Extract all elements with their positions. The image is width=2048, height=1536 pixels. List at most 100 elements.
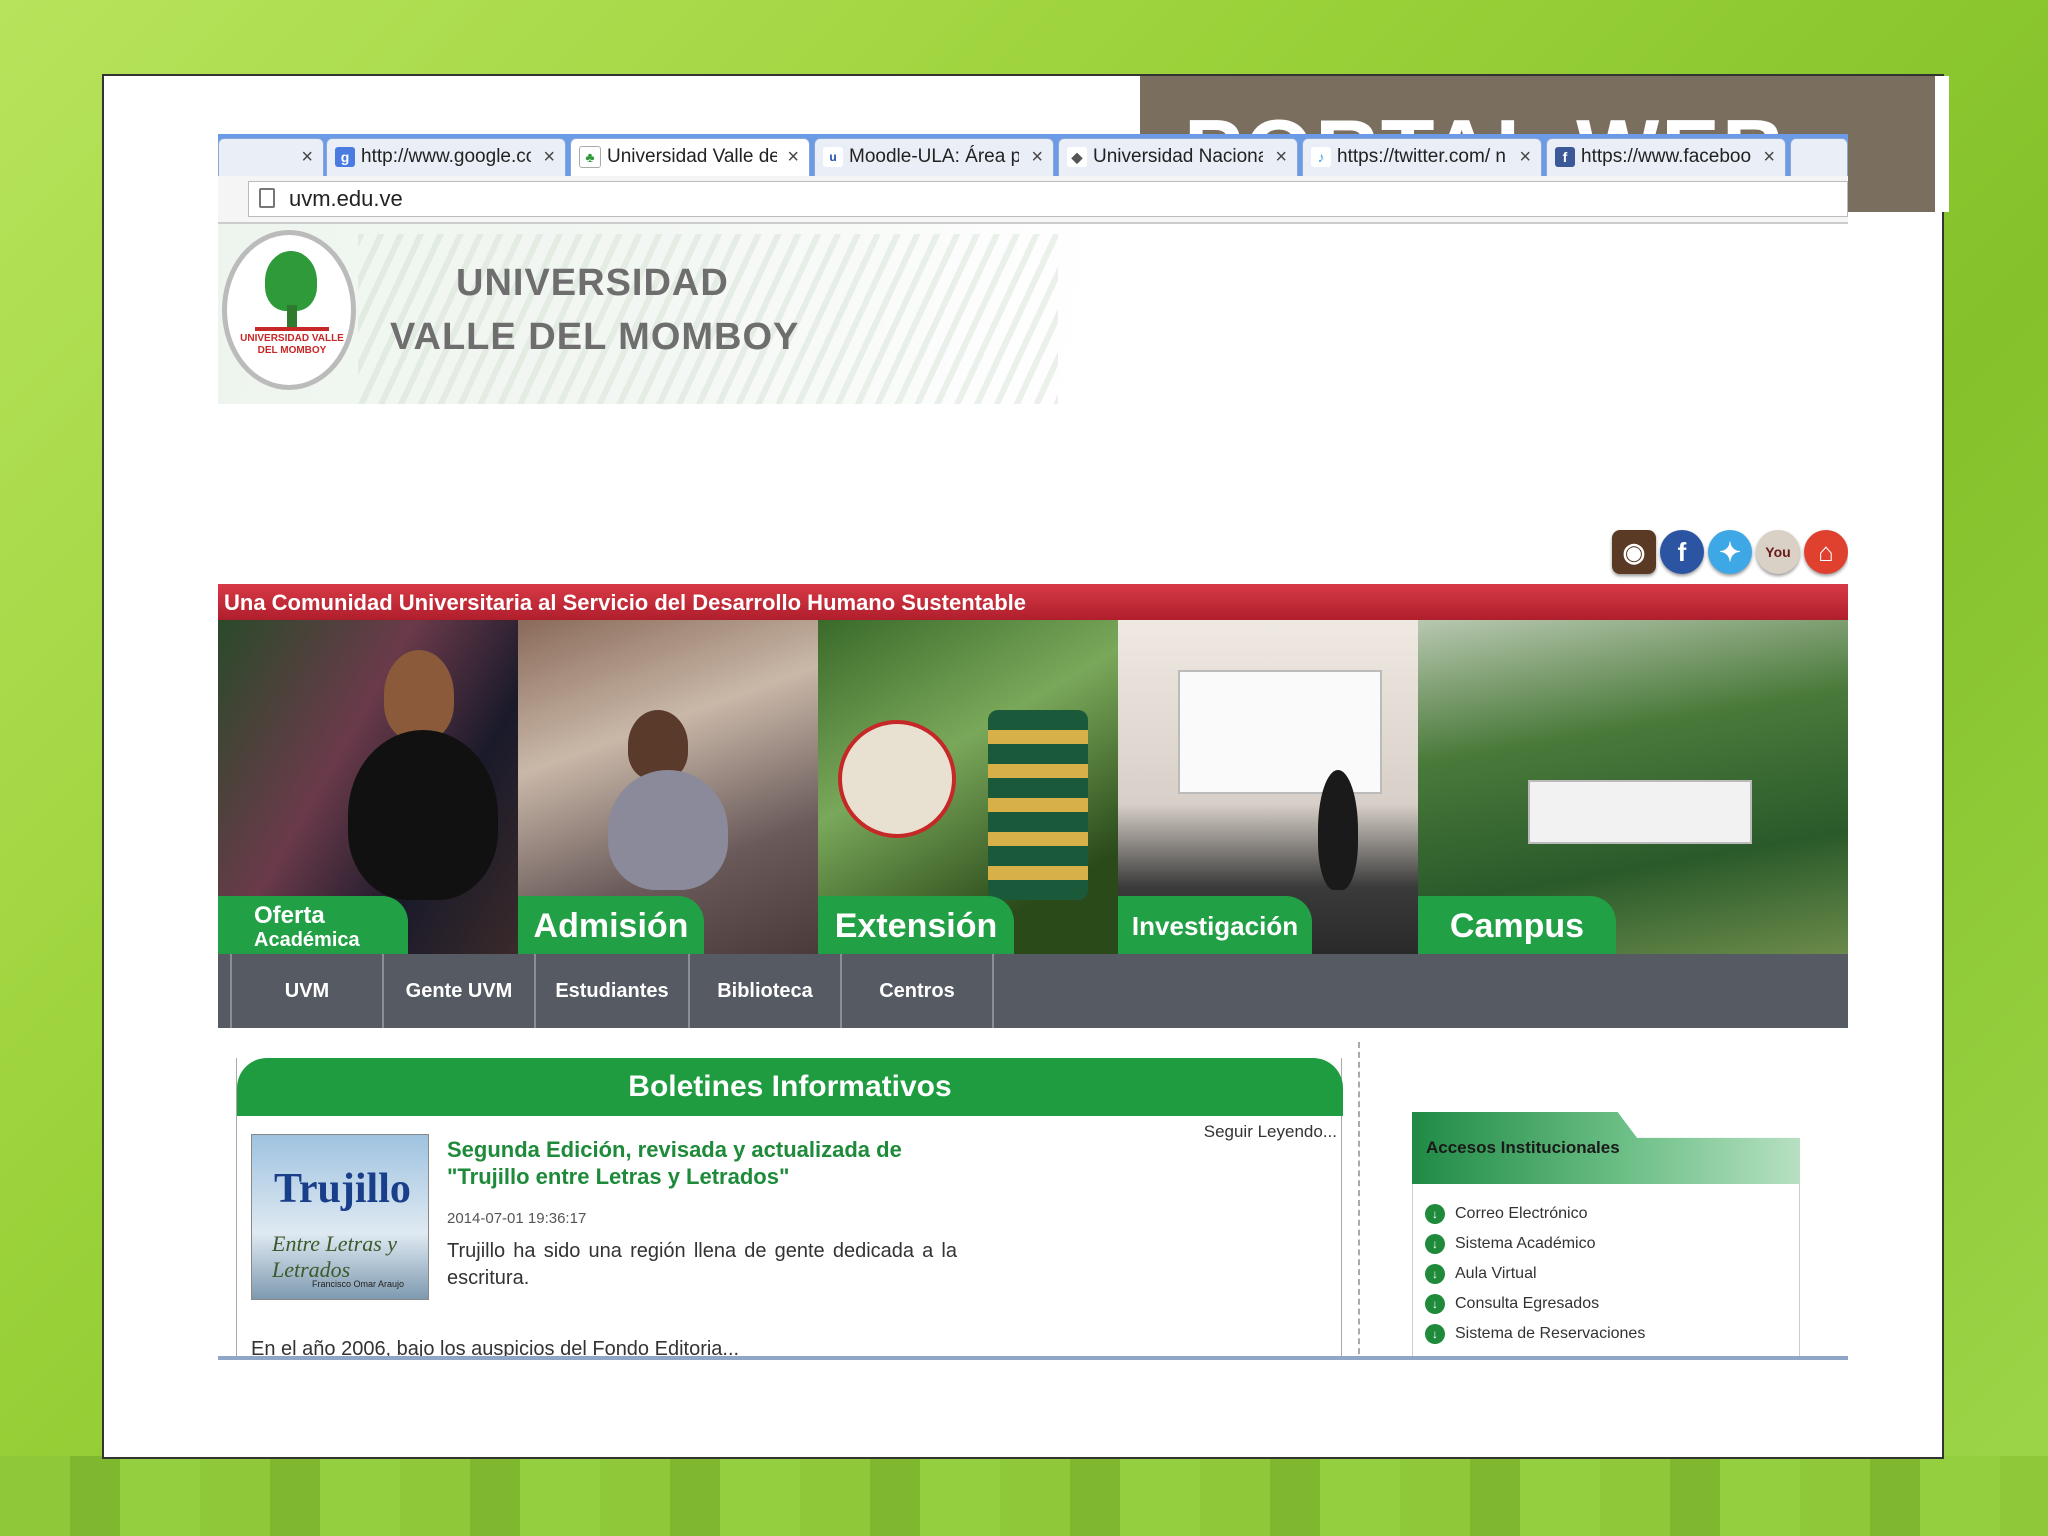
acceso-label: Consulta Egresados xyxy=(1455,1295,1600,1313)
logo-base xyxy=(255,327,329,331)
student-shirt xyxy=(608,770,728,890)
tile-oferta[interactable]: Oferta Académica xyxy=(218,620,518,954)
tile-label-line2: Académica xyxy=(254,929,360,951)
browser-tab-google[interactable]: g http://www.google.co × xyxy=(326,138,566,176)
close-tab-icon[interactable]: × xyxy=(543,139,555,175)
nav-item-gente-uvm[interactable]: Gente UVM xyxy=(384,954,536,1028)
section-tiles: Oferta Académica Admisión Extensión Inve… xyxy=(218,620,1848,954)
graduate-gown xyxy=(348,730,498,900)
acceso-item-egresados[interactable]: ↓ Consulta Egresados xyxy=(1425,1294,1599,1314)
twitter-icon: ♪ xyxy=(1311,147,1331,167)
url-text: uvm.edu.ve xyxy=(289,186,403,211)
book-rack xyxy=(988,710,1088,900)
tile-label-campus: Campus xyxy=(1418,896,1616,954)
university-logo[interactable]: UNIVERSIDAD VALLE DEL MOMBOY xyxy=(222,230,356,390)
boletines-heading: Boletines Informativos xyxy=(237,1058,1343,1116)
download-arrow-icon: ↓ xyxy=(1425,1264,1445,1284)
nav-item-estudiantes[interactable]: Estudiantes xyxy=(536,954,690,1028)
nav-item-biblioteca[interactable]: Biblioteca xyxy=(690,954,842,1028)
instagram-icon[interactable]: ◉ xyxy=(1612,530,1656,574)
tab-title: http://www.google.co xyxy=(361,146,531,167)
acceso-item-sistema-academico[interactable]: ↓ Sistema Académico xyxy=(1425,1234,1596,1254)
tile-admision[interactable]: Admisión xyxy=(518,620,818,954)
news-title-link[interactable]: Segunda Edición, revisada y actualizada … xyxy=(447,1136,947,1190)
column-divider xyxy=(1358,1042,1360,1360)
facebook-icon: f xyxy=(1555,147,1575,167)
news-date: 2014-07-01 19:36:17 xyxy=(447,1210,587,1227)
tagline-bar: Una Comunidad Universitaria al Servicio … xyxy=(218,584,1848,620)
site-header: UNIVERSIDAD VALLE DEL MOMBOY UNIVERSIDAD… xyxy=(218,224,1078,404)
browser-tab-una[interactable]: ◆ Universidad Nacional E × xyxy=(1058,138,1298,176)
tab-title: Moodle-ULA: Área per xyxy=(849,146,1019,167)
tile-investigacion[interactable]: Investigación xyxy=(1118,620,1418,954)
home-icon[interactable]: ⌂ xyxy=(1804,530,1848,574)
campus-building xyxy=(1528,780,1752,844)
tab-title: Universidad Nacional E xyxy=(1093,146,1263,167)
tree-icon xyxy=(265,251,317,311)
facebook-icon[interactable]: f xyxy=(1660,530,1704,574)
book-cover-image[interactable]: Trujillo Entre Letras y Letrados Francis… xyxy=(251,1134,429,1300)
url-field[interactable]: uvm.edu.ve xyxy=(248,181,1848,217)
tile-extension[interactable]: Extensión xyxy=(818,620,1118,954)
boletines-panel: Boletines Informativos Seguir Leyendo...… xyxy=(236,1058,1343,1360)
tab-title: Universidad Valle del M xyxy=(607,146,777,167)
new-tab-button[interactable] xyxy=(1790,138,1848,176)
page-bottom-edge xyxy=(218,1356,1848,1360)
whiteboard xyxy=(1178,670,1382,794)
browser-tab-facebook[interactable]: f https://www.faceboo × xyxy=(1546,138,1786,176)
close-tab-icon[interactable]: × xyxy=(1275,139,1287,175)
browser-tab-0[interactable]: × xyxy=(218,138,324,176)
acceso-label: Sistema de Reservaciones xyxy=(1455,1325,1646,1343)
site-name-line1: UNIVERSIDAD xyxy=(456,262,729,304)
una-icon: ◆ xyxy=(1067,147,1087,167)
graduate-figure xyxy=(384,650,454,740)
tree-trunk xyxy=(287,305,297,329)
address-bar: uvm.edu.ve xyxy=(218,176,1848,224)
tile-label-line1: Oferta xyxy=(254,902,325,929)
close-tab-icon[interactable]: × xyxy=(1031,139,1043,175)
book-author: Francisco Omar Araujo xyxy=(312,1279,405,1289)
close-tab-icon[interactable]: × xyxy=(301,139,313,175)
acceso-label: Correo Electrónico xyxy=(1455,1205,1588,1223)
twitter-icon[interactable]: ✦ xyxy=(1708,530,1752,574)
seguir-leyendo-link[interactable]: Seguir Leyendo... xyxy=(1204,1122,1337,1142)
download-arrow-icon: ↓ xyxy=(1425,1324,1445,1344)
extension-logo xyxy=(838,720,956,838)
browser-tab-moodle[interactable]: u Moodle-ULA: Área per × xyxy=(814,138,1054,176)
moodle-icon: u xyxy=(823,147,843,167)
download-arrow-icon: ↓ xyxy=(1425,1234,1445,1254)
browser-tab-uvm[interactable]: ♣ Universidad Valle del M × xyxy=(570,138,810,176)
tile-campus[interactable]: Campus xyxy=(1418,620,1848,954)
acceso-label: Sistema Académico xyxy=(1455,1235,1596,1253)
tile-label-oferta: Oferta Académica xyxy=(218,896,408,954)
student-figure xyxy=(628,710,688,780)
page-icon xyxy=(259,188,275,208)
acceso-item-reservaciones[interactable]: ↓ Sistema de Reservaciones xyxy=(1425,1324,1645,1344)
nav-item-uvm[interactable]: UVM xyxy=(230,954,384,1028)
download-arrow-icon: ↓ xyxy=(1425,1294,1445,1314)
tile-label-admision: Admisión xyxy=(518,896,704,954)
logo-text: UNIVERSIDAD VALLE DEL MOMBOY xyxy=(240,333,344,356)
close-tab-icon[interactable]: × xyxy=(1519,139,1531,175)
tab-bar: × g http://www.google.co × ♣ Universidad V… xyxy=(218,134,1848,176)
nav-item-centros[interactable]: Centros xyxy=(842,954,994,1028)
tile-label-investigacion: Investigación xyxy=(1118,896,1312,954)
presenter-figure xyxy=(1318,770,1358,890)
accesos-panel: Accesos Institucionales ↓ Correo Electrón… xyxy=(1412,1112,1800,1360)
tab-title: https://twitter.com/ n xyxy=(1337,146,1506,167)
background-band xyxy=(0,1456,2048,1536)
accesos-heading: Accesos Institucionales xyxy=(1412,1112,1800,1184)
tab-title: https://www.faceboo xyxy=(1581,146,1751,167)
book-subtitle: Entre Letras y Letrados xyxy=(272,1231,398,1282)
acceso-item-aula-virtual[interactable]: ↓ Aula Virtual xyxy=(1425,1264,1537,1284)
main-nav: UVM Gente UVM Estudiantes Biblioteca Cen… xyxy=(218,954,1848,1028)
acceso-label: Aula Virtual xyxy=(1455,1265,1537,1283)
close-tab-icon[interactable]: × xyxy=(1763,139,1775,175)
tree-icon: ♣ xyxy=(579,146,601,168)
acceso-item-correo[interactable]: ↓ Correo Electrónico xyxy=(1425,1204,1588,1224)
youtube-icon[interactable]: You xyxy=(1756,530,1800,574)
close-tab-icon[interactable]: × xyxy=(787,139,799,175)
news-body: Trujillo ha sido una región llena de gen… xyxy=(447,1240,957,1289)
browser-tab-twitter[interactable]: ♪ https://twitter.com/ n × xyxy=(1302,138,1542,176)
book-title: Trujillo xyxy=(274,1166,411,1212)
